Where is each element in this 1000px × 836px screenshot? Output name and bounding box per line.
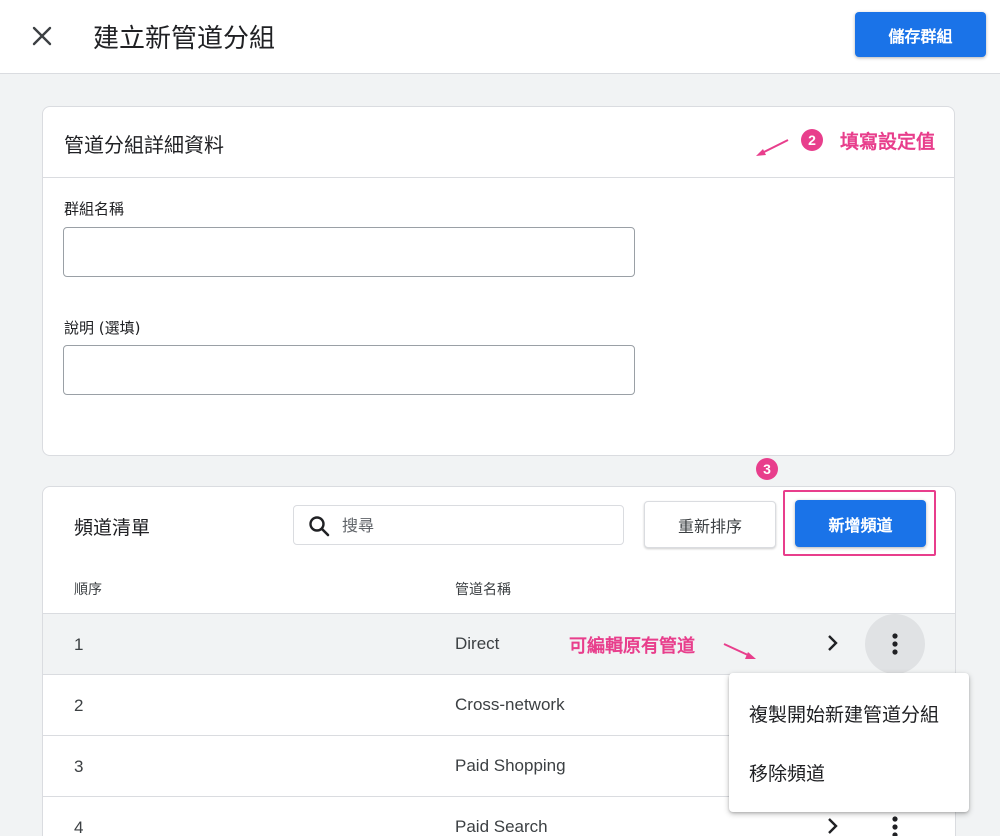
more-options-button[interactable] [865, 614, 925, 674]
more-vert-icon [892, 816, 898, 836]
row-order: 2 [74, 696, 84, 715]
description-input[interactable] [63, 345, 635, 395]
details-card-title: 管道分組詳細資料 [64, 133, 224, 157]
row-channel-name: Paid Shopping [455, 756, 566, 775]
row-order: 3 [74, 757, 84, 776]
row-context-menu: 複製開始新建管道分組 移除頻道 [729, 673, 969, 812]
group-details-card: 管道分組詳細資料 群組名稱 說明 (選填) [42, 106, 955, 456]
row-channel-name: Cross-network [455, 695, 565, 714]
close-button[interactable] [26, 20, 58, 52]
row-channel-name: Paid Search [455, 817, 548, 836]
search-input[interactable] [342, 506, 612, 544]
chevron-right-icon[interactable] [826, 816, 840, 836]
description-label: 說明 (選填) [64, 319, 141, 337]
group-name-label: 群組名稱 [64, 200, 125, 218]
top-app-bar: 建立新管道分組 儲存群組 [0, 0, 1000, 74]
menu-item-remove-channel[interactable]: 移除頻道 [729, 743, 969, 801]
close-icon [32, 26, 52, 46]
table-row[interactable]: 1 Direct [43, 613, 955, 674]
search-box[interactable] [293, 505, 624, 545]
chevron-right-icon[interactable] [826, 633, 840, 653]
annotation-arrow-icon [723, 643, 756, 659]
annotation-arrow-icon [756, 139, 789, 156]
step-2-annotation: 填寫設定值 [840, 131, 936, 153]
reorder-button[interactable]: 重新排序 [644, 501, 776, 548]
menu-item-copy-new-group[interactable]: 複製開始新建管道分組 [729, 684, 969, 742]
group-name-input[interactable] [63, 227, 635, 277]
row-channel-name: Direct [455, 634, 500, 653]
page-title: 建立新管道分組 [93, 24, 276, 54]
row-order: 4 [74, 818, 84, 836]
edit-hint-annotation: 可編輯原有管道 [569, 636, 695, 657]
more-vert-icon [892, 633, 898, 655]
column-header-order: 順序 [74, 582, 102, 598]
add-channel-button[interactable]: 新增頻道 [795, 500, 926, 547]
channel-list-title: 頻道清單 [74, 517, 151, 539]
card-divider [43, 177, 954, 178]
row-order: 1 [74, 635, 84, 654]
save-group-button[interactable]: 儲存群組 [855, 12, 986, 57]
step-2-badge: 2 [801, 129, 823, 151]
column-header-name: 管道名稱 [455, 582, 511, 598]
step-3-badge: 3 [756, 458, 778, 480]
search-icon [309, 516, 330, 537]
